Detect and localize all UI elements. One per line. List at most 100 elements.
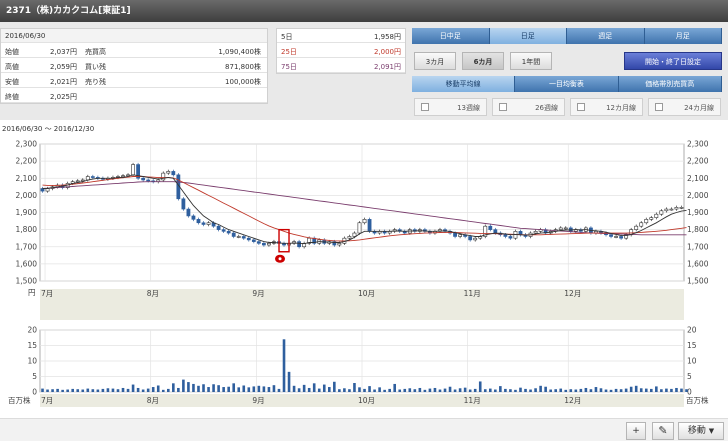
checkbox-icon bbox=[421, 103, 429, 111]
volume-bar bbox=[368, 386, 371, 392]
price-tick-left: 1,700 bbox=[16, 242, 38, 251]
volume-bar bbox=[166, 388, 170, 392]
ma-label: 75日 bbox=[281, 63, 297, 71]
volume-bar bbox=[670, 388, 673, 392]
price-tick-right: 1,600 bbox=[687, 259, 709, 268]
volume-bar bbox=[177, 387, 180, 392]
volume-bar bbox=[393, 383, 397, 392]
volume-bar bbox=[151, 387, 155, 392]
volume-bar bbox=[564, 389, 568, 392]
price-tick-left: 2,000 bbox=[16, 191, 38, 200]
candle-body bbox=[558, 227, 563, 230]
quote-value: 2,059円 bbox=[49, 63, 77, 71]
volume-bar bbox=[524, 388, 527, 392]
volume-tick-right: 10 bbox=[687, 357, 697, 366]
ma-checkbox[interactable]: 26週線 bbox=[492, 98, 565, 116]
period-tab[interactable]: 週足 bbox=[567, 28, 645, 44]
checkbox-icon bbox=[577, 103, 585, 111]
volume-bar bbox=[655, 386, 658, 392]
period-tab[interactable]: 日中足 bbox=[412, 28, 490, 44]
volume-bar bbox=[141, 389, 145, 392]
volume-bar bbox=[634, 385, 638, 392]
candle-body bbox=[669, 208, 674, 211]
candle-body bbox=[206, 222, 211, 225]
candle-body bbox=[453, 232, 457, 237]
candle-body bbox=[357, 222, 362, 234]
candle-body bbox=[614, 236, 618, 238]
volume-bar bbox=[494, 389, 497, 392]
month-label-lower: 11月 bbox=[464, 396, 481, 405]
indicator-tab[interactable]: 価格帯別売買高 bbox=[618, 76, 722, 92]
volume-bar bbox=[514, 389, 517, 392]
volume-bar bbox=[116, 389, 120, 392]
quote-row: 安値 2,021円 売り残 100,000株 bbox=[1, 74, 267, 88]
bottom-toolbar: + ✎ 移動 ▼ bbox=[0, 418, 728, 441]
candle-body bbox=[256, 241, 261, 244]
volume-bar bbox=[428, 388, 432, 392]
quote-date: 2016/06/30 bbox=[5, 32, 46, 40]
volume-bar bbox=[574, 389, 578, 392]
period-tab[interactable]: 日足 bbox=[489, 28, 567, 44]
month-label-lower: 9月 bbox=[252, 396, 264, 405]
volume-bar bbox=[96, 389, 100, 392]
volume-bar bbox=[121, 387, 125, 392]
volume-bar bbox=[358, 387, 361, 392]
quote-label: 始値 bbox=[5, 48, 19, 56]
volume-bar bbox=[589, 389, 593, 392]
volume-bar bbox=[242, 385, 246, 392]
ma-label: 5日 bbox=[281, 33, 293, 41]
volume-bar bbox=[297, 388, 301, 392]
candle-body bbox=[473, 237, 478, 241]
date-setting-button[interactable]: 開始・終了日設定 bbox=[624, 52, 722, 70]
volume-bar bbox=[609, 389, 613, 392]
volume-bar bbox=[483, 389, 487, 392]
price-tick-right: 2,300 bbox=[687, 140, 709, 149]
volume-bar bbox=[202, 384, 205, 392]
price-tick-left: 2,200 bbox=[16, 157, 38, 166]
volume-bar bbox=[599, 388, 603, 392]
volume-bar bbox=[333, 381, 336, 392]
pen-icon[interactable]: ✎ bbox=[652, 422, 674, 440]
price-tick-left: 1,800 bbox=[16, 225, 38, 234]
candle-body bbox=[181, 198, 186, 210]
candle-body bbox=[196, 219, 201, 224]
volume-bar bbox=[217, 385, 220, 392]
candle-body bbox=[267, 243, 271, 246]
zoom-in-button[interactable]: + bbox=[626, 422, 646, 440]
quote-label2: 売り残 bbox=[85, 78, 106, 86]
candle-body bbox=[90, 176, 95, 178]
volume-bar bbox=[86, 388, 90, 392]
range-button[interactable]: 6カ月 bbox=[462, 52, 504, 70]
volume-bar bbox=[131, 384, 135, 392]
volume-bar bbox=[478, 381, 482, 392]
ma-checkbox[interactable]: 12カ月線 bbox=[570, 98, 643, 116]
volume-bar bbox=[136, 387, 140, 392]
volume-tick-left: 10 bbox=[27, 357, 37, 366]
ma-value: 2,000円 bbox=[373, 48, 401, 56]
candle-body bbox=[634, 225, 639, 230]
quote-value2: 1,090,400株 bbox=[218, 48, 261, 56]
range-button[interactable]: 1年間 bbox=[510, 52, 552, 70]
candle-body bbox=[352, 232, 357, 237]
volume-tick-left: 5 bbox=[32, 372, 37, 381]
volume-bar bbox=[232, 383, 236, 392]
volume-bar bbox=[579, 388, 583, 392]
indicator-tab[interactable]: 移動平均線 bbox=[412, 76, 516, 92]
volume-bar bbox=[423, 389, 427, 392]
volume-bar bbox=[529, 389, 532, 392]
indicator-tab[interactable]: 一目均衡表 bbox=[515, 76, 619, 92]
month-label-lower: 12月 bbox=[564, 396, 581, 405]
candle-body bbox=[609, 234, 613, 237]
price-tick-right: 1,800 bbox=[687, 225, 709, 234]
candle-body bbox=[297, 241, 302, 248]
range-button[interactable]: 3カ月 bbox=[414, 52, 456, 70]
volume-bar bbox=[101, 388, 105, 392]
candle-body bbox=[141, 177, 146, 181]
move-select[interactable]: 移動 ▼ bbox=[678, 422, 724, 440]
ma-checkbox[interactable]: 24カ月線 bbox=[648, 98, 721, 116]
page-title: 2371（株)カカクコム[東証1] bbox=[0, 0, 728, 22]
candle-body bbox=[649, 217, 654, 220]
candle-body bbox=[121, 175, 125, 177]
ma-checkbox[interactable]: 13週線 bbox=[414, 98, 487, 116]
period-tab[interactable]: 月足 bbox=[644, 28, 722, 44]
